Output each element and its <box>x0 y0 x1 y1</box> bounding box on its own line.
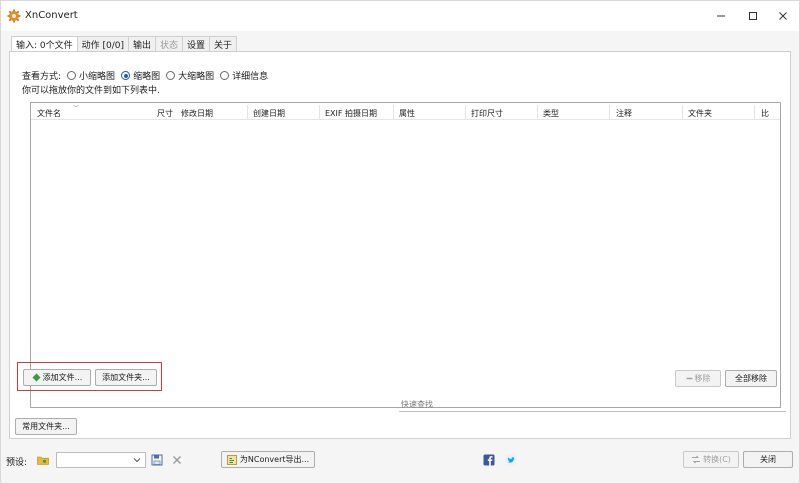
drag-hint-text: 你可以拖放你的文件到如下列表中. <box>22 86 160 96</box>
column-folder[interactable]: 文件夹 <box>688 108 712 119</box>
window-title: XnConvert <box>25 10 78 21</box>
delete-preset-icon[interactable] <box>171 454 183 466</box>
remove-all-label: 全部移除 <box>735 374 767 383</box>
tab-about[interactable]: 关于 <box>209 36 238 52</box>
export-script-icon <box>227 454 237 465</box>
export-nconvert-label: 为NConvert导出... <box>239 455 310 464</box>
bottom-bar: 预设: 为NConvert导出... 转换(C) 关闭 <box>1 446 799 476</box>
maximize-icon <box>749 12 757 20</box>
sort-caret-icon: ﹀ <box>73 105 80 112</box>
remove-label: 移除 <box>694 374 711 383</box>
chevron-down-icon <box>133 458 141 463</box>
tab-status: 状态 <box>155 36 184 52</box>
tab-actions[interactable]: 动作 [0/0] <box>76 36 129 52</box>
close-icon <box>779 12 787 20</box>
column-modified-date[interactable]: 修改日期 <box>181 108 213 119</box>
open-preset-folder-icon[interactable] <box>37 454 49 466</box>
add-folder-label: 添加文件夹... <box>102 373 150 382</box>
column-size[interactable]: 尺寸 <box>157 108 173 119</box>
title-bar: XnConvert <box>1 1 799 31</box>
close-button[interactable]: 关闭 <box>743 451 793 468</box>
view-details-label[interactable]: 详细信息 <box>232 69 268 82</box>
column-separator <box>393 105 394 119</box>
maximize-button[interactable] <box>739 7 767 25</box>
column-filename[interactable]: 文件名 <box>37 108 61 119</box>
view-large-thumbs-label[interactable]: 大缩略图 <box>178 69 214 82</box>
preset-label: 预设: <box>6 458 28 468</box>
column-ratio[interactable]: 比 <box>761 108 769 119</box>
column-exif-date[interactable]: EXIF 拍摄日期 <box>325 108 377 119</box>
column-created-date[interactable]: 创建日期 <box>253 108 285 119</box>
favorite-folders-label: 常用文件夹... <box>22 422 70 431</box>
xnconvert-logo-icon <box>7 9 21 23</box>
view-small-thumbs-radio[interactable] <box>67 71 77 80</box>
minimize-button[interactable] <box>707 7 735 25</box>
column-print-size[interactable]: 打印尺寸 <box>471 108 503 119</box>
view-small-thumbs-label[interactable]: 小缩略图 <box>79 69 115 82</box>
favorite-folders-button[interactable]: 常用文件夹... <box>15 418 77 435</box>
remove-all-button[interactable]: 全部移除 <box>725 370 777 387</box>
facebook-icon[interactable] <box>483 454 495 466</box>
main-tabs: 输入: 0个文件 动作 [0/0] 输出 状态 设置 关于 <box>11 36 238 52</box>
convert-arrows-icon <box>692 455 701 464</box>
tab-input[interactable]: 输入: 0个文件 <box>11 36 78 52</box>
close-label: 关闭 <box>760 455 776 464</box>
column-separator <box>682 105 683 119</box>
column-type[interactable]: 类型 <box>543 108 559 119</box>
remove-dash-icon <box>686 377 692 380</box>
quick-search-placeholder: 快速查找 <box>401 400 433 409</box>
close-window-button[interactable] <box>769 7 797 25</box>
remove-button[interactable]: 移除 <box>675 370 721 387</box>
column-separator <box>754 105 755 119</box>
minimize-icon <box>717 15 725 17</box>
column-comment[interactable]: 注释 <box>616 108 632 119</box>
add-folder-button[interactable]: 添加文件夹... <box>95 369 157 386</box>
convert-button[interactable]: 转换(C) <box>683 451 739 468</box>
tab-settings[interactable]: 设置 <box>182 36 211 52</box>
quick-search-input[interactable]: 快速查找 <box>399 398 786 412</box>
view-thumbs-label[interactable]: 缩略图 <box>133 69 160 82</box>
column-separator <box>247 105 248 119</box>
tab-output[interactable]: 输出 <box>128 36 157 52</box>
add-diamond-icon <box>32 373 41 382</box>
view-mode-label: 查看方式: <box>22 72 62 82</box>
column-separator <box>609 105 610 119</box>
column-separator <box>465 105 466 119</box>
save-preset-icon[interactable] <box>151 454 163 466</box>
file-list-header: ﹀ 文件名 尺寸 修改日期 创建日期 EXIF 拍摄日期 属性 打印尺寸 类型 … <box>31 103 780 120</box>
view-details-radio[interactable] <box>220 71 230 80</box>
add-files-label: 添加文件... <box>42 373 83 382</box>
view-large-thumbs-radio[interactable] <box>166 71 176 80</box>
convert-label: 转换(C) <box>703 455 731 464</box>
preset-dropdown[interactable] <box>56 452 146 468</box>
add-files-button[interactable]: 添加文件... <box>23 369 91 386</box>
view-thumbs-radio[interactable] <box>121 71 131 80</box>
app-window: XnConvert 输入: 0个文件 动作 [0/0] 输出 状态 设置 关于 … <box>0 0 800 484</box>
export-nconvert-button[interactable]: 为NConvert导出... <box>221 451 315 468</box>
column-separator <box>319 105 320 119</box>
column-separator <box>537 105 538 119</box>
twitter-icon[interactable] <box>505 454 517 466</box>
view-mode-row: 查看方式: 小缩略图 缩略图 大缩略图 详细信息 <box>22 69 268 82</box>
column-attributes[interactable]: 属性 <box>399 108 415 119</box>
